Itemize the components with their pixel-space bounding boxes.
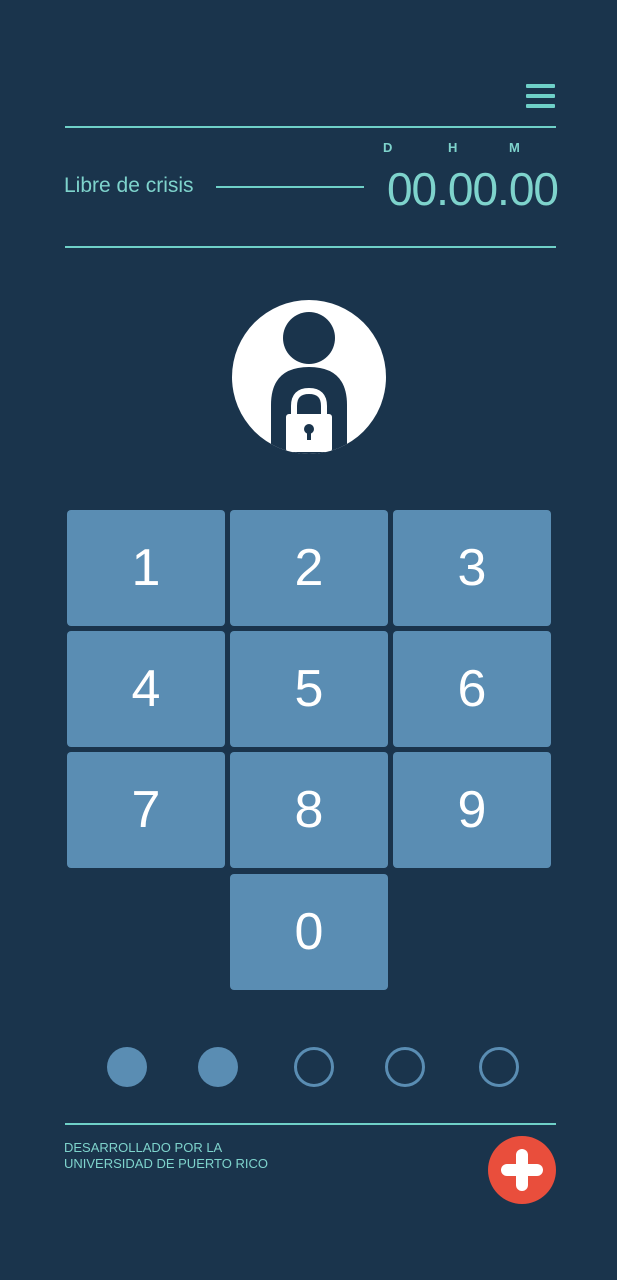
crisis-label-line xyxy=(216,186,364,188)
keypad-key-1[interactable]: 1 xyxy=(67,510,225,626)
keypad-key-7[interactable]: 7 xyxy=(67,752,225,868)
keypad-key-6[interactable]: 6 xyxy=(393,631,551,747)
developer-credit-line2: UNIVERSIDAD DE PUERTO RICO xyxy=(64,1156,268,1171)
header-divider-top xyxy=(65,126,556,128)
crisis-free-label: Libre de crisis xyxy=(64,174,194,197)
header-divider-bottom xyxy=(65,246,556,248)
pin-dot-2 xyxy=(198,1047,238,1087)
keypad-key-0[interactable]: 0 xyxy=(230,874,388,990)
keypad-key-9[interactable]: 9 xyxy=(393,752,551,868)
developer-credit: DESARROLLADO POR LA UNIVERSIDAD DE PUERT… xyxy=(64,1140,268,1172)
keypad-key-3[interactable]: 3 xyxy=(393,510,551,626)
keypad-key-8[interactable]: 8 xyxy=(230,752,388,868)
medical-cross-icon[interactable] xyxy=(488,1136,556,1204)
pin-dot-3 xyxy=(294,1047,334,1087)
keypad-key-5[interactable]: 5 xyxy=(230,631,388,747)
footer-divider xyxy=(65,1123,556,1125)
pin-dot-5 xyxy=(479,1047,519,1087)
timer-unit-minutes: M xyxy=(509,140,520,155)
keypad-key-4[interactable]: 4 xyxy=(67,631,225,747)
crisis-free-timer: 00.00.00 xyxy=(386,163,559,215)
timer-unit-days: D xyxy=(383,140,393,155)
hamburger-menu-icon[interactable] xyxy=(526,84,556,110)
keypad-key-2[interactable]: 2 xyxy=(230,510,388,626)
developer-credit-line1: DESARROLLADO POR LA xyxy=(64,1140,223,1155)
pin-dot-1 xyxy=(107,1047,147,1087)
pin-dot-4 xyxy=(385,1047,425,1087)
user-lock-icon xyxy=(232,300,386,454)
timer-unit-hours: H xyxy=(448,140,458,155)
